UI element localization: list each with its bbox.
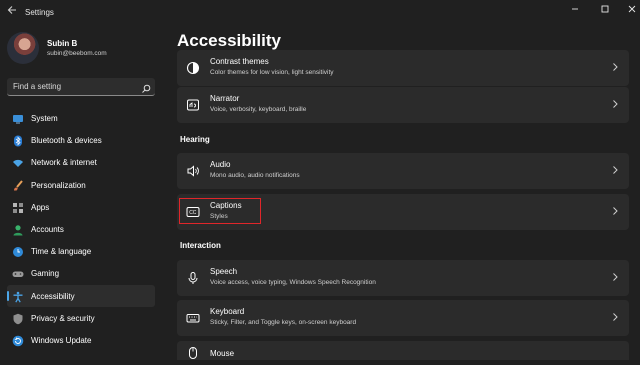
card-subtitle: Voice, verbosity, keyboard, braille <box>210 106 307 113</box>
sidebar-item-accounts[interactable]: Accounts <box>7 218 155 240</box>
apps-icon <box>12 201 24 213</box>
shield-icon <box>12 312 24 324</box>
section-header-interaction: Interaction <box>180 241 221 250</box>
microphone-icon <box>186 271 200 285</box>
accessibility-icon <box>12 290 24 303</box>
sidebar-item-accessibility[interactable]: Accessibility <box>7 284 155 307</box>
update-icon <box>12 334 24 347</box>
chevron-right-icon <box>611 99 619 113</box>
monitor-icon <box>12 112 24 124</box>
sidebar-item-network[interactable]: Network & internet <box>7 151 155 173</box>
user-email: subin@beebom.com <box>47 50 107 57</box>
sidebar-item-label: Time & language <box>31 247 92 257</box>
mouse-card[interactable]: Mouse <box>177 341 629 360</box>
sidebar-item-label: Network & internet <box>31 158 97 168</box>
sidebar-item-time-language[interactable]: Time & language <box>7 240 155 262</box>
sidebar-item-gaming[interactable]: Gaming <box>7 262 155 284</box>
brush-icon <box>12 179 24 191</box>
close-icon[interactable] <box>624 4 640 20</box>
sidebar-item-label: Windows Update <box>31 335 92 345</box>
globe-clock-icon <box>12 245 24 258</box>
sidebar-item-label: System <box>31 114 58 123</box>
card-title: Mouse <box>210 349 235 358</box>
sidebar-item-label: Accounts <box>31 224 64 234</box>
bluetooth-icon <box>12 134 24 147</box>
page-title: Accessibility <box>177 31 281 50</box>
search-placeholder: Find a setting <box>13 82 62 91</box>
card-title: Contrast themes <box>210 57 269 66</box>
sidebar-item-privacy[interactable]: Privacy & security <box>7 307 155 329</box>
minimize-icon[interactable] <box>567 4 583 20</box>
captions-highlight-box <box>179 198 261 224</box>
sidebar-item-personalization[interactable]: Personalization <box>7 174 155 196</box>
keyboard-icon <box>186 311 200 325</box>
section-header-hearing: Hearing <box>180 135 210 144</box>
card-subtitle: Color themes for low vision, light sensi… <box>210 69 334 76</box>
sidebar-item-label: Accessibility <box>31 291 75 301</box>
selection-indicator <box>7 290 9 301</box>
sidebar-nav: System Bluetooth & devices Network & int… <box>7 107 155 351</box>
sidebar-item-system[interactable]: System <box>7 107 155 129</box>
sidebar-item-windows-update[interactable]: Windows Update <box>7 329 155 351</box>
card-title: Speech <box>210 267 238 276</box>
maximize-icon[interactable] <box>597 4 613 20</box>
title-bar: Settings <box>0 0 640 26</box>
narrator-card[interactable]: Narrator Voice, verbosity, keyboard, bra… <box>177 87 629 123</box>
gamepad-icon <box>12 267 24 279</box>
narrator-icon <box>186 98 200 112</box>
card-subtitle: Voice access, voice typing, Windows Spee… <box>210 279 376 286</box>
card-title: Keyboard <box>210 307 245 316</box>
sidebar-item-label: Privacy & security <box>31 313 95 323</box>
search-input[interactable]: Find a setting <box>7 78 155 96</box>
contrast-themes-card[interactable]: Contrast themes Color themes for low vis… <box>177 50 629 86</box>
chevron-right-icon <box>611 272 619 286</box>
card-subtitle: Mono audio, audio notifications <box>210 172 300 179</box>
audio-card[interactable]: Audio Mono audio, audio notifications <box>177 153 629 189</box>
chevron-right-icon <box>611 62 619 76</box>
sidebar-item-bluetooth[interactable]: Bluetooth & devices <box>7 129 155 151</box>
chevron-right-icon <box>611 312 619 326</box>
back-arrow-icon[interactable] <box>4 4 20 20</box>
mouse-icon <box>186 346 200 360</box>
speech-card[interactable]: Speech Voice access, voice typing, Windo… <box>177 260 629 296</box>
speaker-icon <box>186 164 200 178</box>
sidebar-item-label: Apps <box>31 202 50 212</box>
avatar <box>7 32 39 64</box>
keyboard-card[interactable]: Keyboard Sticky, Filter, and Toggle keys… <box>177 300 629 336</box>
sidebar-item-label: Bluetooth & devices <box>31 136 102 146</box>
sidebar-item-label: Gaming <box>31 269 60 279</box>
chevron-right-icon <box>611 206 619 220</box>
user-profile[interactable]: Subin B subin@beebom.com <box>7 32 167 64</box>
card-title: Narrator <box>210 94 240 103</box>
app-title: Settings <box>25 8 54 17</box>
wifi-icon <box>12 156 24 168</box>
person-icon <box>12 223 24 236</box>
chevron-right-icon <box>611 165 619 179</box>
sidebar-item-apps[interactable]: Apps <box>7 196 155 218</box>
card-subtitle: Sticky, Filter, and Toggle keys, on-scre… <box>210 319 357 326</box>
sidebar-item-label: Personalization <box>31 180 86 190</box>
card-title: Audio <box>210 160 231 169</box>
contrast-icon <box>186 61 200 75</box>
user-name: Subin B <box>47 39 78 48</box>
search-icon[interactable] <box>141 81 151 93</box>
